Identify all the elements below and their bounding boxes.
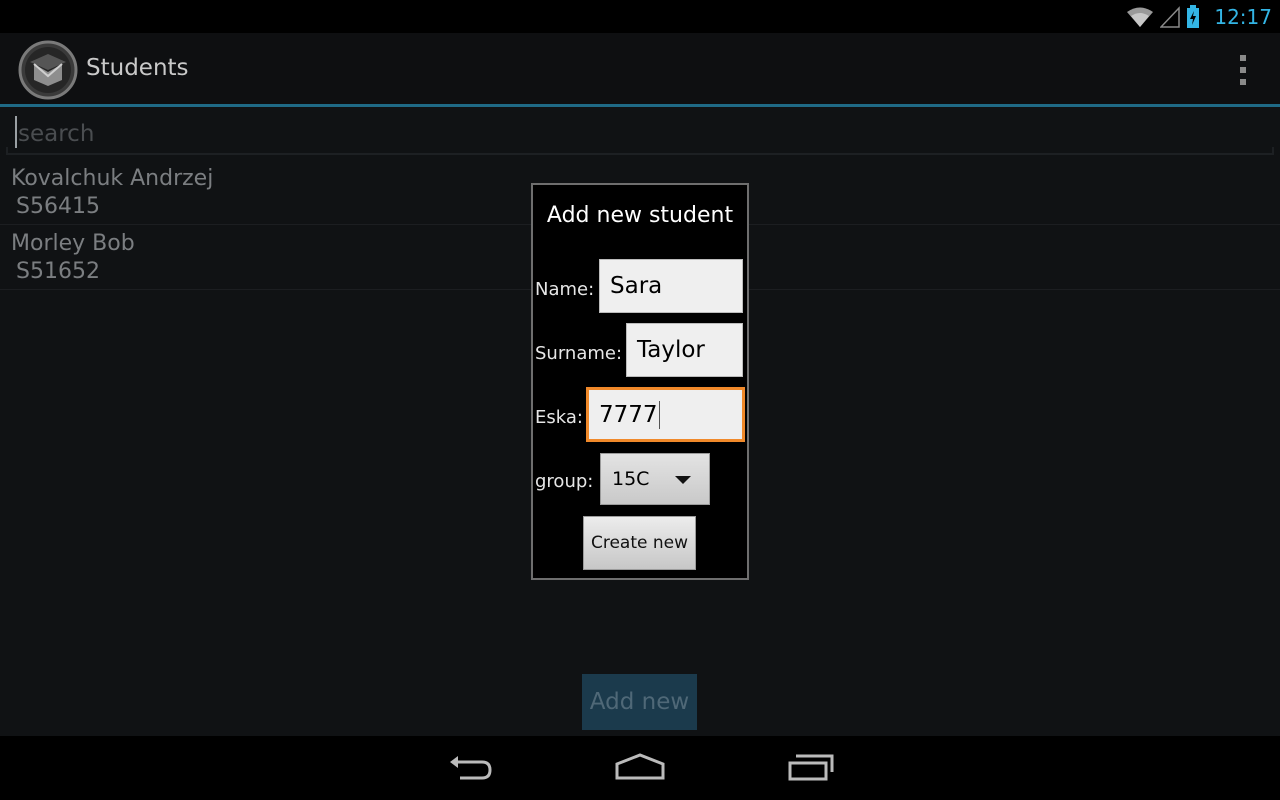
add-new-button[interactable]: Add new (582, 674, 697, 730)
clock: 12:17 (1214, 5, 1272, 29)
add-student-dialog: Add new student Name: Sara Surname: Tayl… (531, 183, 749, 580)
search-cursor (15, 116, 17, 148)
action-bar: Students (0, 33, 1280, 105)
name-value: Sara (610, 273, 663, 299)
create-new-button[interactable]: Create new (583, 516, 696, 570)
student-name: Morley Bob (11, 231, 135, 256)
dropdown-arrow-icon (675, 476, 691, 484)
group-value: 15C (612, 468, 650, 490)
group-label: group: (535, 471, 594, 492)
action-bar-divider (0, 104, 1280, 107)
status-bar: 12:17 (0, 0, 1280, 33)
surname-field[interactable]: Taylor (626, 323, 743, 377)
recent-apps-icon[interactable] (786, 752, 836, 784)
search-underline (6, 147, 1274, 155)
surname-value: Taylor (637, 337, 705, 363)
navigation-bar (0, 736, 1280, 800)
eska-label: Eska: (535, 407, 583, 428)
student-id: S56415 (16, 194, 100, 219)
group-spinner[interactable]: 15C (600, 453, 710, 505)
graduation-cap-icon[interactable] (18, 40, 78, 100)
home-icon[interactable] (614, 752, 666, 784)
status-icons: 12:17 (1126, 4, 1272, 30)
eska-field[interactable]: 7777 (586, 387, 745, 442)
name-label: Name: (535, 279, 595, 300)
search-bar (6, 110, 1274, 156)
page-title: Students (86, 55, 189, 81)
back-icon[interactable] (446, 752, 494, 784)
text-cursor (658, 400, 660, 429)
eska-value: 7777 (599, 401, 658, 428)
wifi-icon (1127, 7, 1154, 27)
battery-charging-icon (1187, 5, 1200, 28)
name-field[interactable]: Sara (599, 259, 743, 313)
search-input[interactable] (16, 118, 1258, 150)
surname-label: Surname: (535, 343, 623, 364)
dialog-title: Add new student (546, 203, 734, 228)
student-name: Kovalchuk Andrzej (11, 166, 214, 191)
signal-icon (1160, 6, 1181, 28)
overflow-menu-icon[interactable] (1238, 55, 1248, 85)
screen: 12:17 Students Kovalchuk Andrzej S56415 … (0, 0, 1280, 800)
student-id: S51652 (16, 259, 100, 284)
